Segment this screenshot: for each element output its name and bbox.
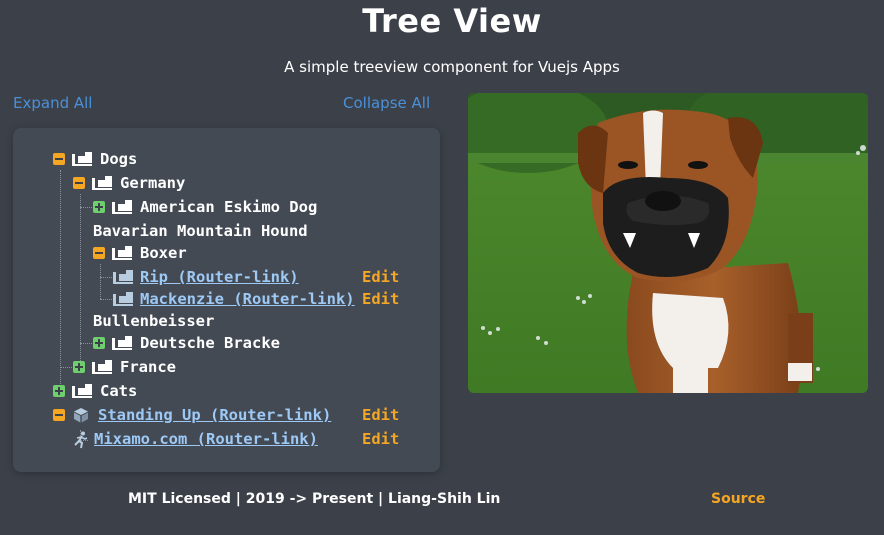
- tree-node-label: Cats: [100, 382, 138, 400]
- tree-node-deutsche-bracke[interactable]: Deutsche Bracke: [93, 332, 280, 354]
- truck-loading-icon: [72, 383, 92, 399]
- running-person-icon: [73, 431, 89, 449]
- tree-node-boxer[interactable]: Boxer: [93, 242, 187, 264]
- truck-loading-icon: [113, 291, 133, 307]
- tree-node-bavarian[interactable]: Bavarian Mountain Hound: [93, 220, 308, 242]
- source-link[interactable]: Source: [711, 491, 765, 507]
- edit-button-rip[interactable]: Edit: [362, 266, 399, 288]
- router-link-rip[interactable]: Rip (Router-link): [140, 268, 299, 286]
- router-link-mackenzie[interactable]: Mackenzie (Router-link): [140, 290, 355, 308]
- collapse-toggle-icon[interactable]: [93, 247, 105, 259]
- boxer-dog-photo: [468, 93, 868, 393]
- tree-node-bullenbeisser[interactable]: Bullenbeisser: [93, 310, 214, 332]
- edit-button-standing-up[interactable]: Edit: [362, 404, 399, 426]
- expand-toggle-icon[interactable]: [53, 385, 65, 397]
- tree-node-label: Bavarian Mountain Hound: [93, 222, 308, 240]
- expand-all-button[interactable]: Expand All: [13, 94, 92, 112]
- tree-node-mackenzie: Mackenzie (Router-link): [113, 288, 355, 310]
- tree-node-mixamo: Mixamo.com (Router-link): [73, 428, 318, 450]
- truck-loading-icon: [92, 175, 112, 191]
- truck-loading-icon: [72, 151, 92, 167]
- truck-loading-icon: [112, 335, 132, 351]
- tree-guide-line: [60, 170, 61, 392]
- tree-guide-line: [80, 343, 94, 344]
- tree-guide-line: [100, 277, 112, 278]
- footer-license: MIT Licensed | 2019 -> Present | Liang-S…: [128, 491, 501, 507]
- tree-guide-line: [100, 264, 101, 299]
- tree-node-label: Deutsche Bracke: [140, 334, 280, 352]
- router-link-mixamo[interactable]: Mixamo.com (Router-link): [94, 430, 318, 448]
- tree-node-germany[interactable]: Germany: [73, 172, 185, 194]
- edit-button-mackenzie[interactable]: Edit: [362, 288, 399, 310]
- tree-node-label: American Eskimo Dog: [140, 198, 318, 216]
- tree-node-label: Germany: [120, 174, 186, 192]
- router-link-standing-up[interactable]: Standing Up (Router-link): [98, 406, 331, 424]
- tree-node-france[interactable]: France: [73, 356, 176, 378]
- page-title: Tree View: [362, 2, 542, 40]
- expand-toggle-icon[interactable]: [73, 361, 85, 373]
- tree-node-label: Boxer: [140, 244, 187, 262]
- tree-node-cats[interactable]: Cats: [53, 380, 137, 402]
- cube-icon: [72, 407, 90, 423]
- tree-guide-line: [80, 194, 81, 367]
- expand-toggle-icon[interactable]: [93, 337, 105, 349]
- collapse-toggle-icon[interactable]: [73, 177, 85, 189]
- tree-node-standing-up: Standing Up (Router-link): [53, 404, 331, 426]
- tree-node-rip: Rip (Router-link): [113, 266, 299, 288]
- tree-guide-line: [60, 367, 74, 368]
- tree-guide-line: [80, 207, 94, 208]
- page-subtitle: A simple treeview component for Vuejs Ap…: [284, 58, 620, 76]
- collapse-toggle-icon[interactable]: [53, 409, 65, 421]
- tree-node-dogs[interactable]: Dogs: [53, 148, 137, 170]
- collapse-all-button[interactable]: Collapse All: [343, 94, 430, 112]
- tree-node-american-eskimo[interactable]: American Eskimo Dog: [93, 196, 317, 218]
- expand-toggle-icon[interactable]: [93, 201, 105, 213]
- edit-button-mixamo[interactable]: Edit: [362, 428, 399, 450]
- tree-node-label: Bullenbeisser: [93, 312, 215, 330]
- collapse-toggle-icon[interactable]: [53, 153, 65, 165]
- tree-guide-line: [100, 299, 112, 300]
- tree-node-label: France: [120, 358, 176, 376]
- truck-loading-icon: [112, 245, 132, 261]
- truck-loading-icon: [92, 359, 112, 375]
- truck-loading-icon: [112, 199, 132, 215]
- tree-node-label: Dogs: [100, 150, 138, 168]
- truck-loading-icon: [113, 269, 133, 285]
